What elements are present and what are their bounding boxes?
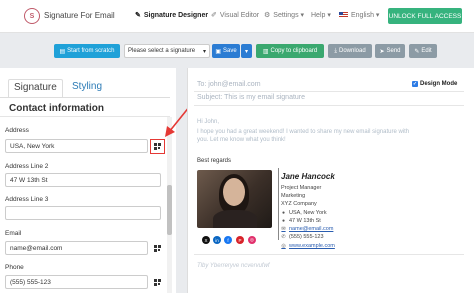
chevron-down-icon: ▾ xyxy=(202,49,206,55)
download-icon: ⤓ xyxy=(334,47,337,54)
nav-language[interactable]: English ▾ xyxy=(339,11,379,19)
phone-icon: ✆ xyxy=(281,234,286,240)
chevron-down-icon: ▾ xyxy=(327,12,331,19)
signature-address-2: ● 47 W 13th St xyxy=(281,218,321,224)
edit-icon: ✎ xyxy=(414,48,420,55)
address-line-3-label: Address Line 3 xyxy=(5,196,49,203)
email-greeting: Hi John, xyxy=(197,119,220,125)
clipboard-icon: ▥ xyxy=(262,48,269,55)
envelope-icon: ✉ xyxy=(281,226,286,232)
nav-visual-editor[interactable]: ✐ Visual Editor xyxy=(211,11,259,19)
us-flag-icon xyxy=(339,12,348,19)
gear-icon: ⚙ xyxy=(264,12,271,19)
address-line-2-label: Address Line 2 xyxy=(5,163,49,170)
signature-name: Jane Hancock xyxy=(281,172,335,181)
save-button[interactable]: ▣ Save xyxy=(212,44,240,58)
chevron-down-icon: ▾ xyxy=(244,48,248,55)
signature-title: Project Manager xyxy=(281,185,322,191)
email-subject: Subject: This is my email signature xyxy=(197,94,306,101)
signature-select[interactable]: Please select a signature ▾ xyxy=(124,44,210,58)
tab-styling[interactable]: Styling xyxy=(72,81,102,92)
floppy-disk-icon: ▣ xyxy=(215,48,221,55)
section-title: Contact information xyxy=(9,103,104,114)
divider xyxy=(194,254,464,255)
top-nav: S Signature For Email ✎ Signature Designe… xyxy=(0,0,474,33)
download-button[interactable]: ⤓ Download xyxy=(328,44,372,58)
address-line-2-field[interactable]: 47 W 13th St xyxy=(5,173,161,187)
unlock-full-access-button[interactable]: UNLOCK FULL ACCESS xyxy=(388,8,462,24)
nav-settings[interactable]: ⚙ Settings ▾ xyxy=(264,11,304,19)
send-button[interactable]: ➤ Send xyxy=(375,44,405,58)
signature-company: XYZ Company xyxy=(281,201,317,207)
tab-divider xyxy=(0,97,170,98)
map-pin-icon: ● xyxy=(281,210,286,216)
phone-field[interactable]: (555) 555-123 xyxy=(5,275,148,289)
edit-icon: ✐ xyxy=(211,12,217,19)
pinterest-icon[interactable]: P xyxy=(236,236,244,244)
qr-code-button[interactable] xyxy=(151,276,163,288)
signature-email[interactable]: ✉ name@email.com xyxy=(281,226,333,232)
qr-code-button[interactable] xyxy=(151,242,163,254)
send-icon: ➤ xyxy=(379,48,385,55)
scrollbar-thumb[interactable] xyxy=(167,185,172,235)
chevron-down-icon: ▾ xyxy=(300,12,305,19)
best-regards: Best regards xyxy=(197,158,232,164)
nav-signature-designer[interactable]: ✎ Signature Designer xyxy=(135,11,208,19)
qr-code-icon xyxy=(154,143,161,150)
magic-wand-icon: ✎ xyxy=(135,12,141,19)
copy-to-clipboard-button[interactable]: ▥ Copy to clipboard xyxy=(256,44,324,58)
email-body-line: I hope you had a great weekend! I wanted… xyxy=(197,129,410,135)
tab-signature[interactable]: Signature xyxy=(8,79,63,97)
qr-code-icon xyxy=(153,278,161,286)
save-dropdown-button[interactable]: ▾ xyxy=(241,44,252,58)
email-body-line: you. Let me know what you think! xyxy=(197,137,286,143)
linkedin-icon[interactable]: in xyxy=(213,236,221,244)
email-to: To: john@email.com xyxy=(197,81,261,88)
globe-icon: ◎ xyxy=(281,243,286,249)
address-label: Address xyxy=(5,127,29,134)
email-label: Email xyxy=(5,230,22,237)
edit-button[interactable]: ✎ Edit xyxy=(409,44,437,58)
brand-name[interactable]: Signature For Email xyxy=(44,11,115,20)
address-line-3-field[interactable] xyxy=(5,206,161,220)
address-field[interactable]: USA, New York xyxy=(5,139,148,153)
email-ps-text: Tlby Yberreryve ncvervufwf xyxy=(197,263,270,269)
divider xyxy=(194,105,464,106)
divider xyxy=(194,91,464,92)
facebook-icon[interactable]: f xyxy=(224,236,232,244)
map-pin-icon: ● xyxy=(281,218,286,224)
section-divider xyxy=(0,116,170,117)
chevron-down-icon: ▾ xyxy=(375,12,380,19)
signature-phone: ✆ (555) 555-123 xyxy=(281,234,324,240)
checkbox-checked-icon[interactable]: ✓ xyxy=(412,81,418,87)
email-field[interactable]: name@email.com xyxy=(5,241,148,255)
phone-label: Phone xyxy=(5,264,24,271)
signature-department: Marketing xyxy=(281,193,306,199)
file-icon: ▤ xyxy=(59,48,66,55)
x-twitter-icon[interactable]: X xyxy=(202,236,210,244)
signature-website[interactable]: ◎ www.example.com xyxy=(281,243,335,249)
instagram-icon[interactable]: ◎ xyxy=(248,236,256,244)
signature-divider xyxy=(278,168,279,240)
profile-photo[interactable] xyxy=(197,170,272,228)
signature-address: ● USA, New York xyxy=(281,210,327,216)
brand-logo-icon[interactable]: S xyxy=(24,8,40,24)
qr-code-icon xyxy=(153,244,161,252)
start-from-scratch-button[interactable]: ▤ Start from scratch xyxy=(54,44,120,58)
nav-help[interactable]: Help ▾ xyxy=(311,11,331,19)
design-mode-toggle[interactable]: ✓ Design Mode xyxy=(412,81,457,87)
